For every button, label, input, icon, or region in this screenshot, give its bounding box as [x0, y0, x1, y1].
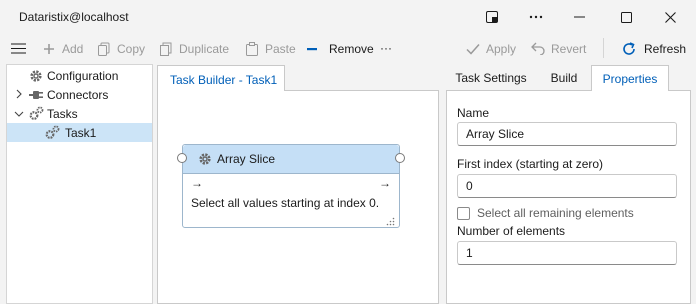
duplicate-button[interactable]: Duplicate — [159, 40, 229, 57]
remove-button[interactable]: Remove — [305, 40, 374, 57]
duplicate-icon — [159, 42, 173, 56]
duplicate-label: Duplicate — [179, 41, 230, 56]
gear-icon — [28, 68, 44, 84]
input-arrow: → — [191, 176, 203, 190]
tab-properties[interactable]: Properties — [591, 65, 669, 91]
undo-icon — [531, 42, 545, 56]
hamburger-menu-icon[interactable] — [10, 41, 26, 55]
revert-button[interactable]: Revert — [531, 40, 586, 57]
revert-label: Revert — [551, 41, 587, 56]
name-label: Name — [457, 106, 490, 120]
tree-item-label: Task1 — [65, 125, 97, 140]
compact-overlay-icon[interactable] — [474, 4, 510, 30]
checkbox-box[interactable] — [457, 206, 470, 220]
num-elements-input[interactable]: 1 — [457, 241, 677, 265]
gears-icon — [44, 125, 60, 141]
select-all-label: Select all remaining elements — [477, 206, 634, 220]
navigation-tree: Configuration Connectors Tasks Task1 — [6, 64, 153, 304]
remove-label: Remove — [329, 41, 374, 56]
chevron-down-icon[interactable] — [14, 109, 24, 119]
maximize-icon[interactable] — [608, 4, 644, 30]
gears-icon — [28, 106, 44, 122]
copy-button[interactable]: Copy — [97, 40, 145, 57]
tab-label: Task Settings — [455, 71, 527, 85]
tab-task-builder[interactable]: Task Builder - Task1 — [157, 65, 285, 91]
paste-icon — [245, 41, 259, 56]
tree-item-connectors[interactable]: Connectors — [7, 85, 152, 104]
plug-icon — [28, 87, 44, 103]
paste-label: Paste — [265, 41, 296, 56]
tab-label: Build — [550, 71, 578, 85]
add-button[interactable]: Add — [42, 40, 83, 57]
first-index-input[interactable]: 0 — [457, 174, 677, 198]
input-port[interactable] — [177, 153, 187, 163]
tab-label: Properties — [602, 71, 658, 86]
apply-label: Apply — [486, 41, 517, 56]
tree-item-label: Tasks — [47, 106, 78, 121]
tree-item-configuration[interactable]: Configuration — [7, 66, 152, 85]
window-title: Dataristix@localhost — [19, 10, 129, 24]
plus-icon — [42, 42, 56, 56]
minus-icon — [305, 42, 319, 56]
tab-label: Task Builder - Task1 — [170, 73, 278, 87]
node-header[interactable]: Array Slice — [183, 145, 399, 174]
chevron-right-icon[interactable] — [14, 89, 24, 99]
refresh-label: Refresh — [644, 41, 687, 56]
tree-item-label: Connectors — [47, 87, 109, 102]
copy-label: Copy — [117, 41, 146, 56]
select-all-remaining-checkbox[interactable]: Select all remaining elements — [457, 206, 634, 220]
close-icon[interactable] — [652, 4, 688, 30]
tree-item-label: Configuration — [47, 68, 119, 83]
tab-build[interactable]: Build — [539, 65, 589, 91]
gear-icon — [197, 151, 213, 167]
tree-item-tasks[interactable]: Tasks — [7, 104, 152, 123]
output-port[interactable] — [395, 153, 405, 163]
resize-grip-icon[interactable] — [386, 215, 395, 226]
more-toolbar-label: ··· — [380, 40, 392, 55]
more-toolbar-button[interactable]: ··· — [380, 39, 392, 56]
output-arrow: → — [379, 176, 391, 190]
refresh-icon — [622, 41, 636, 56]
copy-icon — [97, 42, 111, 56]
refresh-button[interactable]: Refresh — [622, 40, 686, 57]
tree-item-task1[interactable]: Task1 — [7, 123, 152, 142]
name-input[interactable]: Array Slice — [457, 122, 677, 146]
num-elements-label: Number of elements — [457, 224, 566, 238]
tab-task-settings[interactable]: Task Settings — [449, 65, 533, 91]
array-slice-node[interactable]: Array Slice → → Select all values starti… — [182, 144, 400, 228]
apply-button[interactable]: Apply — [466, 40, 516, 57]
add-label: Add — [62, 41, 84, 56]
first-index-label: First index (starting at zero) — [457, 157, 604, 171]
checkmark-icon — [466, 42, 480, 56]
paste-button[interactable]: Paste — [245, 40, 296, 57]
more-options-icon[interactable] — [518, 4, 554, 30]
minimize-icon[interactable] — [562, 4, 598, 30]
node-title: Array Slice — [217, 152, 276, 166]
node-description: Select all values starting at index 0. — [191, 196, 380, 210]
toolbar-divider — [603, 38, 604, 58]
